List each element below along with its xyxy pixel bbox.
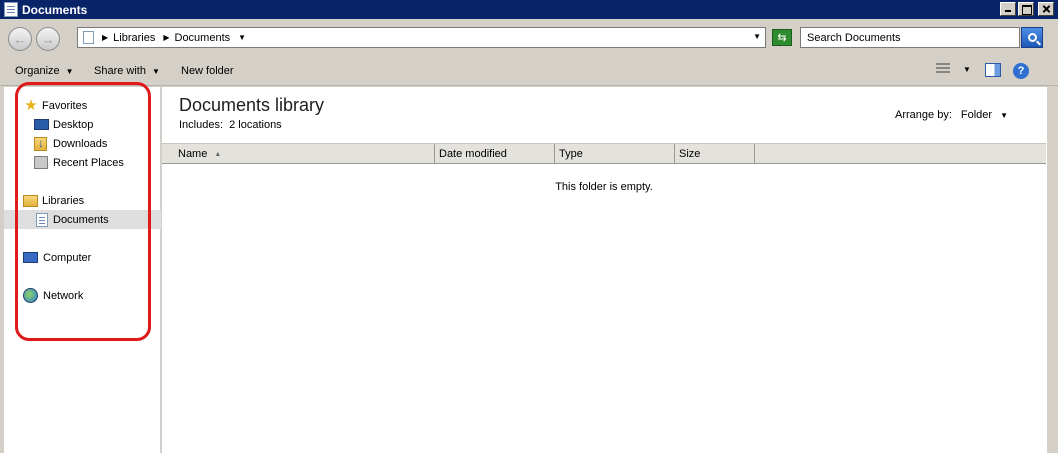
breadcrumb-dropdown-icon[interactable]: ▼ (238, 33, 246, 42)
details-view-icon (936, 63, 950, 75)
view-options-dropdown[interactable]: ▼ (963, 65, 971, 74)
nav-label: Favorites (42, 99, 88, 112)
recent-places-icon (34, 156, 48, 169)
back-button[interactable]: ← (8, 27, 32, 51)
column-header-name[interactable]: Name ▲ (162, 144, 435, 164)
nav-item-downloads[interactable]: Downloads (4, 134, 161, 153)
address-row: ← → ▶ Libraries ▶ Documents ▼ ▼ ⇆ Search… (0, 19, 1058, 56)
breadcrumb-separator-icon[interactable]: ▶ (163, 33, 169, 42)
nav-item-favorites[interactable]: ★ Favorites (4, 96, 161, 115)
arrange-by-value: Folder (960, 109, 993, 121)
empty-folder-message: This folder is empty. (555, 181, 653, 193)
chevron-down-icon: ▼ (1000, 110, 1008, 120)
nav-label: Recent Places (53, 156, 124, 169)
back-arrow-icon: ← (13, 31, 27, 47)
column-header-label: Name (178, 148, 208, 160)
change-view-button[interactable] (936, 63, 950, 75)
breadcrumb-documents[interactable]: Documents (175, 32, 231, 44)
arrange-by: Arrange by: Folder ▼ (895, 109, 1008, 121)
preview-pane-icon (985, 63, 1001, 77)
column-header-label: Type (559, 148, 583, 160)
arrange-by-label: Arrange by: (895, 109, 952, 121)
nav-label: Computer (43, 251, 92, 264)
refresh-icon: ⇆ (777, 32, 787, 44)
nav-item-computer[interactable]: Computer (4, 248, 161, 267)
refresh-button[interactable]: ⇆ (772, 29, 792, 46)
address-bar[interactable]: ▶ Libraries ▶ Documents ▼ ▼ (77, 27, 766, 48)
command-bar: Organize ▼ Share with ▼ New folder ▼ ? (0, 56, 1058, 86)
column-header-label: Size (679, 148, 701, 160)
forward-button[interactable]: → (36, 27, 60, 51)
documents-app-icon (4, 2, 18, 17)
nav-item-desktop[interactable]: Desktop (4, 115, 161, 134)
sort-ascending-icon: ▲ (214, 150, 222, 158)
new-folder-button[interactable]: New folder (181, 65, 234, 77)
maximize-button[interactable] (1018, 2, 1034, 16)
breadcrumb-separator-icon[interactable]: ▶ (102, 33, 108, 42)
close-button[interactable] (1038, 2, 1054, 16)
documents-library-icon (36, 212, 48, 227)
new-folder-label: New folder (181, 65, 234, 77)
nav-label: Desktop (53, 118, 94, 131)
search-input[interactable]: Search Documents (800, 27, 1020, 48)
includes-label: Includes: (179, 119, 224, 131)
nav-label: Documents (53, 213, 109, 226)
column-header-date-modified[interactable]: Date modified (435, 144, 555, 164)
help-icon: ? (1013, 63, 1029, 79)
nav-item-libraries[interactable]: Libraries (4, 191, 161, 210)
arrange-by-dropdown[interactable]: Folder ▼ (961, 109, 1008, 121)
library-title: Documents library (179, 95, 325, 115)
column-header-label: Date modified (439, 148, 507, 160)
downloads-folder-icon (34, 136, 47, 151)
computer-icon (23, 252, 38, 263)
breadcrumb-libraries[interactable]: Libraries (113, 32, 155, 44)
column-header-size[interactable]: Size (675, 144, 755, 164)
library-includes: Includes: 2 locations (179, 119, 282, 131)
library-icon (83, 31, 94, 44)
chevron-down-icon: ▼ (65, 66, 74, 76)
navigation-pane: ★ Favorites Desktop Downloads Recent Pla… (4, 87, 161, 453)
column-headers: Name ▲ Date modified Type Size (162, 143, 1046, 164)
preview-pane-button[interactable] (985, 63, 1001, 77)
desktop-icon (34, 119, 49, 130)
network-icon (23, 288, 38, 303)
address-history-dropdown-icon[interactable]: ▼ (753, 32, 761, 41)
nav-label: Network (43, 289, 84, 302)
chevron-down-icon: ▼ (963, 65, 971, 74)
minimize-button[interactable] (1000, 2, 1016, 16)
window-edge (1046, 87, 1058, 453)
nav-label: Libraries (42, 194, 85, 207)
nav-item-network[interactable]: Network (4, 286, 161, 305)
title-bar: Documents (0, 0, 1058, 19)
organize-menu-button[interactable]: Organize ▼ (15, 65, 74, 77)
nav-item-recent-places[interactable]: Recent Places (4, 153, 161, 172)
help-button[interactable]: ? (1013, 63, 1029, 79)
window-controls (1000, 2, 1054, 16)
window-title: Documents (22, 2, 88, 17)
file-list-pane: Documents library Includes: 2 locations … (162, 87, 1046, 453)
search-button[interactable] (1021, 27, 1043, 48)
nav-item-documents[interactable]: Documents (4, 210, 161, 229)
share-with-menu-button[interactable]: Share with ▼ (94, 65, 160, 77)
organize-label: Organize (15, 65, 60, 77)
nav-label: Downloads (53, 137, 108, 150)
libraries-icon (23, 194, 38, 207)
forward-arrow-icon: → (41, 31, 55, 47)
column-header-type[interactable]: Type (555, 144, 675, 164)
chevron-down-icon: ▼ (151, 66, 160, 76)
share-with-label: Share with (94, 65, 146, 77)
star-icon: ★ (24, 96, 38, 114)
includes-locations-link[interactable]: 2 locations (229, 119, 282, 131)
search-icon (1027, 33, 1037, 42)
